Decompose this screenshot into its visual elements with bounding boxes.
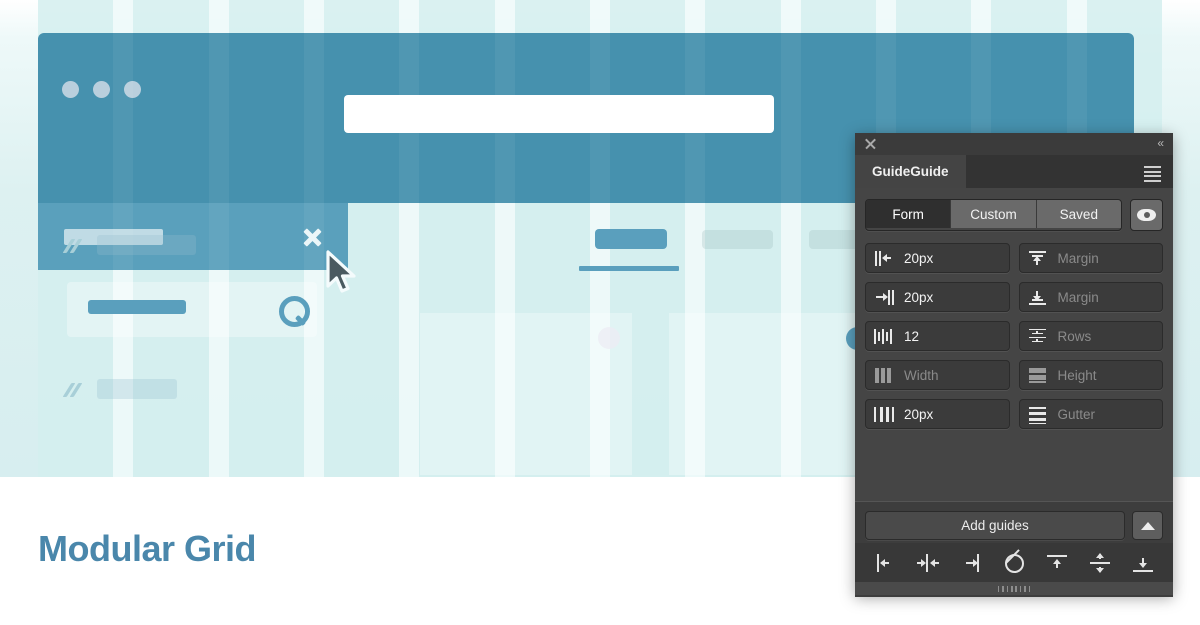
window-dot-2[interactable] (93, 81, 110, 98)
field-bottom-margin[interactable]: Margin (1018, 282, 1163, 312)
sidebar-row-placeholder (97, 379, 177, 399)
field-value: Margin (1057, 250, 1099, 266)
field-top-margin[interactable]: Margin (1018, 243, 1163, 273)
panel-titlebar: « (855, 133, 1173, 155)
row-height-icon (1027, 366, 1049, 385)
panel-toolbar (855, 543, 1173, 582)
top-margin-icon (1027, 249, 1049, 268)
align-bottom-edge-icon[interactable] (1130, 552, 1156, 574)
collapse-panel-icon[interactable]: « (1157, 136, 1164, 150)
right-margin-icon (873, 288, 895, 307)
close-icon[interactable] (864, 137, 877, 150)
align-vertical-center-icon[interactable] (1087, 552, 1113, 574)
left-margin-icon (873, 249, 895, 268)
field-value: 12 (904, 328, 920, 344)
guideguide-panel: « GuideGuide Form Custom Saved 20px Margin 2… (855, 133, 1173, 597)
triangle-up-icon[interactable] (1132, 511, 1163, 540)
panel-tab-row: GuideGuide (855, 155, 1173, 188)
resize-grip-icon[interactable] (855, 582, 1173, 595)
tab-form[interactable]: Form (866, 200, 952, 228)
panel-dot-placeholder (598, 327, 620, 349)
field-columns-count[interactable]: 12 (865, 321, 1010, 351)
search-value-placeholder (88, 300, 186, 314)
column-width-icon (873, 366, 895, 385)
tab-guideguide[interactable]: GuideGuide (855, 155, 966, 188)
mode-segmented-control: Form Custom Saved (865, 199, 1163, 231)
add-guides-button[interactable]: Add guides (865, 511, 1125, 540)
grid-parameter-fields: 20px Margin 20px Margin 12 Rows Width Height 20p… (865, 243, 1163, 429)
nav-ghost-button[interactable] (702, 230, 773, 249)
panel-body: Form Custom Saved 20px Margin 20px Margin 12 Ro… (855, 188, 1173, 501)
field-value: Rows (1057, 328, 1092, 344)
field-row-height[interactable]: Height (1018, 360, 1163, 390)
chevron-right-icon[interactable] (67, 382, 84, 399)
align-top-edge-icon[interactable] (1044, 552, 1070, 574)
sidebar-row-placeholder (97, 235, 196, 255)
row-gutter-icon (1027, 405, 1049, 424)
align-horizontal-center-icon[interactable] (915, 552, 941, 574)
field-column-gutter[interactable]: 20px (865, 399, 1010, 429)
clear-guides-icon[interactable] (1001, 548, 1027, 574)
field-value: Width (904, 367, 939, 383)
screenshot-stage: Modular Grid « GuideGuide Form Custom Save… (0, 0, 1200, 625)
hamburger-menu-icon[interactable] (1144, 166, 1161, 184)
page-title: Modular Grid (38, 528, 257, 569)
align-left-edge-icon[interactable] (872, 552, 898, 574)
bottom-margin-icon (1027, 288, 1049, 307)
field-rows-count[interactable]: Rows (1018, 321, 1163, 351)
field-column-width[interactable]: Width (865, 360, 1010, 390)
field-value: Height (1057, 367, 1097, 383)
field-value: 20px (904, 406, 934, 422)
field-right-margin[interactable]: 20px (865, 282, 1010, 312)
primary-nav-button[interactable] (595, 229, 667, 249)
field-value: 20px (904, 289, 934, 305)
field-row-gutter[interactable]: Gutter (1018, 399, 1163, 429)
field-value: 20px (904, 250, 934, 266)
field-left-margin[interactable]: 20px (865, 243, 1010, 273)
align-right-edge-icon[interactable] (958, 552, 984, 574)
field-value: Gutter (1057, 406, 1096, 422)
eye-icon[interactable] (1130, 199, 1163, 231)
tab-custom[interactable]: Custom (951, 200, 1037, 228)
column-gutter-icon (873, 405, 895, 424)
mouse-pointer-icon (326, 250, 356, 293)
chevron-right-icon[interactable] (67, 238, 84, 255)
nav-active-underline (579, 266, 679, 271)
tab-saved[interactable]: Saved (1036, 200, 1121, 228)
window-dot-1[interactable] (62, 81, 79, 98)
columns-count-icon (873, 327, 895, 346)
rows-count-icon (1027, 327, 1049, 346)
field-value: Margin (1057, 289, 1099, 305)
